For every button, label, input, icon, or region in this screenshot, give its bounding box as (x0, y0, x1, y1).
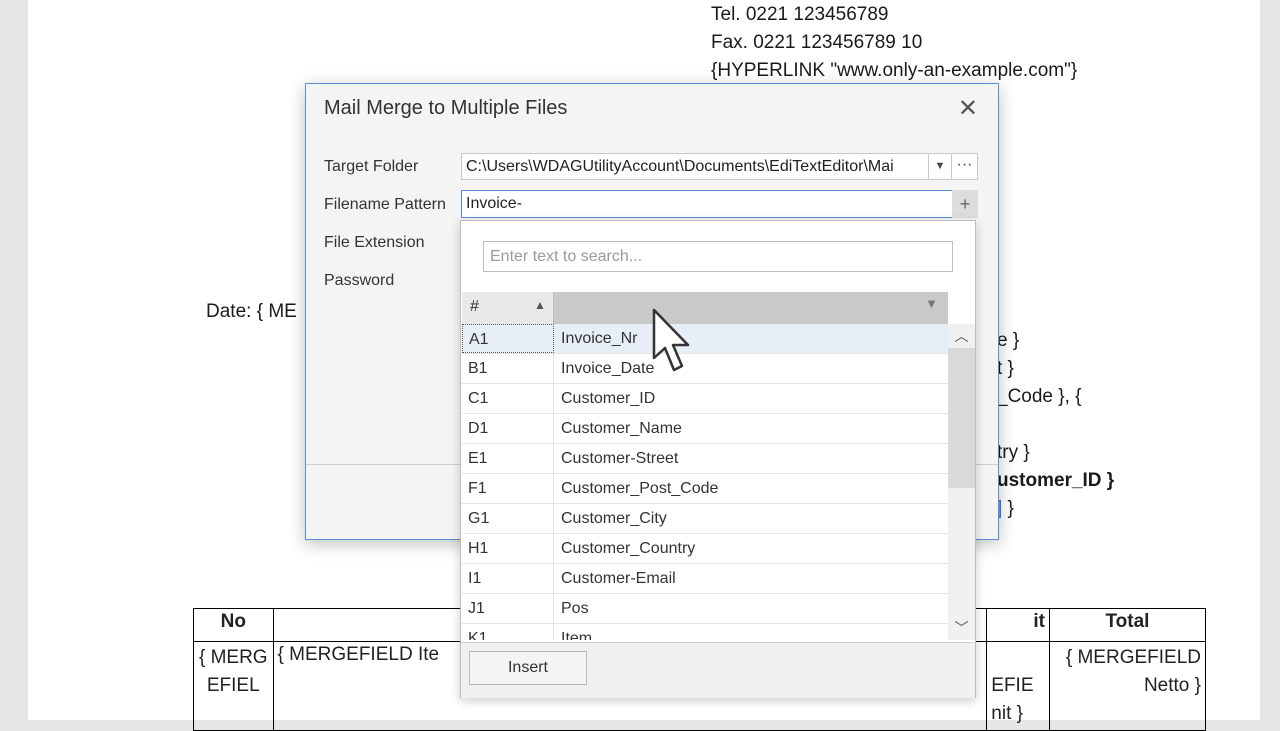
field-name-cell: Invoice_Nr (561, 330, 638, 347)
column-header-number[interactable]: # ▲ (462, 292, 554, 324)
doc-tel: Tel. 0221 123456789 (711, 4, 889, 25)
table-row[interactable]: J1 Pos (462, 594, 948, 624)
insert-button[interactable]: Insert (469, 651, 587, 685)
field-name-cell: Customer-Email (561, 570, 676, 587)
table-row[interactable]: D1 Customer_Name (462, 414, 948, 444)
header-no: No (193, 608, 274, 642)
filename-pattern-value: Invoice- (466, 195, 523, 212)
close-icon[interactable]: ✕ (958, 94, 978, 123)
field-name-cell: Item (561, 630, 593, 640)
scrollbar[interactable]: ︿ ﹀ (948, 324, 975, 640)
target-folder-combo[interactable]: C:\Users\WDAGUtilityAccount\Documents\Ed… (461, 153, 978, 180)
table-row[interactable]: K1 Item (462, 624, 948, 640)
table-row[interactable]: H1 Customer_Country (462, 534, 948, 564)
field-id-cell: G1 (462, 504, 554, 533)
doc-fragment-5: ustomer_ID } (997, 470, 1115, 491)
field-id-cell: D1 (462, 414, 554, 443)
mouse-cursor-icon (652, 308, 690, 372)
column-header-label: # (470, 298, 479, 315)
filter-icon[interactable]: ▼ (925, 296, 938, 311)
doc-fragment-4: try } (997, 442, 1030, 463)
chevron-down-icon[interactable]: ﹀ (948, 616, 975, 640)
header-total: Total (1048, 608, 1207, 642)
chevron-down-icon[interactable]: ▼ (928, 154, 951, 179)
table-row[interactable]: I1 Customer-Email (462, 564, 948, 594)
field-id-cell: A1 (462, 324, 554, 353)
field-name-cell: Customer-Street (561, 450, 679, 467)
sort-ascending-icon: ▲ (534, 298, 546, 312)
filename-pattern-input[interactable]: Invoice- (461, 190, 953, 218)
doc-fragment-1: e } (997, 330, 1020, 351)
dialog-title: Mail Merge to Multiple Files (324, 97, 568, 119)
scroll-thumb[interactable] (948, 348, 975, 488)
field-picker-popup: # ▲ ▼ A1 Invoice_Nr B1 Invoice_Date C1 Custom… (460, 220, 976, 698)
browse-button[interactable]: ··· (951, 154, 977, 179)
doc-date: Date: { ME (206, 301, 297, 322)
field-name-cell: Customer_Post_Code (561, 480, 719, 497)
field-name-cell: Customer_Name (561, 420, 682, 437)
field-id-cell: F1 (462, 474, 554, 503)
field-id-cell: K1 (462, 624, 554, 640)
field-id-cell: I1 (462, 564, 554, 593)
chevron-up-icon[interactable]: ︿ (948, 324, 975, 348)
field-name-cell: Customer_City (561, 510, 667, 527)
cell-total: { MERGEFIELD Netto } (1048, 641, 1207, 731)
doc-fragment-6: ] } (997, 498, 1014, 520)
doc-fragment-6-tail: } (1002, 498, 1014, 519)
table-row[interactable]: B1 Invoice_Date (462, 354, 948, 384)
doc-fragment-2: t } (997, 358, 1014, 379)
field-name-cell: Pos (561, 600, 589, 617)
target-folder-label: Target Folder (324, 158, 419, 175)
password-label: Password (324, 272, 395, 289)
field-name-cell: Customer_ID (561, 390, 656, 407)
filename-pattern-label: Filename Pattern (324, 196, 446, 213)
plus-icon[interactable]: + (952, 190, 978, 218)
file-extension-label: File Extension (324, 234, 425, 251)
cell-no: { MERG EFIEL (193, 641, 274, 731)
doc-fragment-3: _Code }, { (997, 386, 1082, 407)
field-id-cell: E1 (462, 444, 554, 473)
field-name-cell: Invoice_Date (561, 360, 655, 377)
field-id-cell: C1 (462, 384, 554, 413)
table-row[interactable]: F1 Customer_Post_Code (462, 474, 948, 504)
header-unit: it (986, 608, 1050, 642)
field-name-cell: Customer_Country (561, 540, 696, 557)
field-id-cell: B1 (462, 354, 554, 383)
table-row[interactable]: A1 Invoice_Nr (462, 324, 948, 354)
field-list: A1 Invoice_Nr B1 Invoice_Date C1 Customer_ID D… (462, 324, 948, 640)
table-row[interactable]: C1 Customer_ID (462, 384, 948, 414)
table-row[interactable]: E1 Customer-Street (462, 444, 948, 474)
field-id-cell: J1 (462, 594, 554, 623)
field-id-cell: H1 (462, 534, 554, 563)
grid-header: # ▲ ▼ (462, 292, 948, 324)
target-folder-value: C:\Users\WDAGUtilityAccount\Documents\Ed… (466, 158, 894, 175)
doc-hyperlink: {HYPERLINK "www.only-an-example.com"} (711, 60, 1078, 81)
doc-fax: Fax. 0221 123456789 10 (711, 32, 923, 53)
table-row[interactable]: G1 Customer_City (462, 504, 948, 534)
popup-footer: Insert (461, 642, 975, 698)
search-input[interactable] (483, 241, 953, 272)
cell-unit: EFIE nit } (986, 641, 1050, 731)
